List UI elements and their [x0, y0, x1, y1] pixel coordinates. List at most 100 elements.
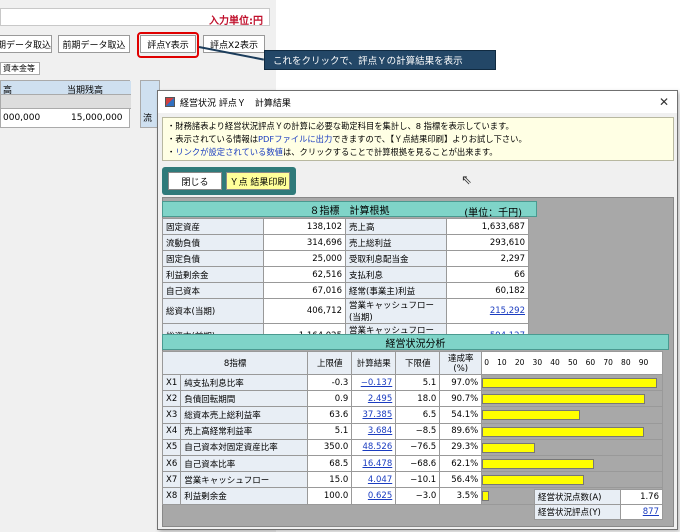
button-bar: 閉じる Ｙ点 結果印刷 [162, 167, 296, 195]
left-value: 62,516 [263, 266, 346, 283]
rate-bar [482, 378, 657, 388]
calc-link[interactable]: 215,292 [490, 306, 525, 316]
right-value: 66 [446, 266, 529, 283]
right-value: 293,610 [446, 234, 529, 251]
grid-value-col2: 15,000,000 [71, 113, 123, 123]
lower-value: 6.5 [395, 406, 441, 424]
result-value[interactable]: 3.684 [351, 422, 397, 440]
grid-value-col1: 000,000 [3, 113, 41, 123]
lower-value: −8.5 [395, 422, 441, 440]
right-label: 売上総利益 [345, 234, 447, 251]
score-y-dialog: 経営状況 評点Ｙ 計算結果 ✕ ・財務諸表より経営状況評点Ｙの計算に必要な勘定科… [157, 90, 678, 530]
col-indicator: 8指標 [161, 351, 309, 375]
close-button[interactable]: 閉じる [168, 172, 222, 190]
result-link[interactable]: 4.047 [368, 475, 392, 485]
info-text: できますので、【Ｙ点結果印刷】よりお試し下さい。 [332, 134, 527, 144]
side-text: 流 [143, 114, 153, 124]
calc-basis-row: 総資本(当期) 406,712 営業キャッシュフロー(当期) 215,292 [162, 298, 529, 324]
result-link[interactable]: 37.385 [362, 410, 392, 420]
info-line-3: ・リンクが設定されている数値は、クリックすることで計算根拠を見ることが出来ます。 [167, 146, 669, 159]
rate-bar-cell [481, 438, 664, 456]
info-highlight: PDFファイルに出力 [258, 134, 333, 144]
result-link[interactable]: 0.625 [368, 491, 392, 501]
grid-subheader [1, 95, 131, 109]
right-value[interactable]: 215,292 [446, 298, 529, 324]
grid-header [1, 81, 131, 95]
calc-basis-title: ８指標 計算根拠 [309, 205, 390, 217]
calc-basis-unit: (単位：千円) [464, 208, 522, 219]
right-value: 1,633,687 [446, 218, 529, 235]
result-link[interactable]: 2.495 [368, 394, 392, 404]
right-value: 2,297 [446, 250, 529, 267]
result-value[interactable]: 37.385 [351, 406, 397, 424]
score-link[interactable]: 877 [643, 507, 659, 517]
upper-value: 63.6 [307, 406, 353, 424]
indicator-name: 利益剰余金 [180, 487, 309, 505]
rate-value: 56.4% [439, 471, 483, 489]
result-link[interactable]: 3.684 [368, 426, 392, 436]
right-label: 経常(事業主)利益 [345, 282, 447, 299]
previous-data-import-button[interactable]: 前期データ取込 [58, 35, 130, 53]
left-value: 314,696 [263, 234, 346, 251]
indicator-name: 負債回転期間 [180, 390, 309, 408]
capital-tab[interactable]: 資本金等 [0, 62, 40, 75]
rate-bar [482, 475, 584, 486]
rate-axis: 0 10 20 30 40 50 60 70 80 90 [482, 355, 662, 371]
indicator-row: X5 自己資本対固定資産比率 350.0 48.526 −76.5 29.3% [161, 438, 664, 456]
summary-value[interactable]: 877 [620, 504, 663, 520]
result-value[interactable]: 16.478 [351, 454, 397, 473]
analysis-header-row: 8指標 上限値 計算結果 下限値 達成率(%) 0 10 20 30 40 50 60 70 8… [161, 351, 664, 375]
upper-value: 68.5 [307, 454, 353, 473]
calc-basis-row: 固定資産 138,102 売上高 1,633,687 [162, 218, 529, 235]
left-value: 25,000 [263, 250, 346, 267]
right-label: 売上高 [345, 218, 447, 235]
rate-bar [482, 426, 644, 437]
close-icon[interactable]: ✕ [659, 95, 669, 109]
callout-note: これをクリックで、評点Ｙの計算結果を表示 [264, 50, 496, 70]
current-data-import-button[interactable]: 期データ取込 [0, 35, 52, 53]
indicator-row: X1 純支払利息比率 -0.3 −0.137 5.1 97.0% [161, 373, 664, 392]
unit-label: 入力単位:円 [209, 16, 263, 27]
lower-value: −76.5 [395, 438, 441, 456]
calc-basis-table: 固定資産 138,102 売上高 1,633,687 流動負債 314,696 売上総利益 2… [162, 218, 529, 349]
col-lower: 下限値 [395, 351, 441, 375]
indicator-row: X7 営業キャッシュフロー 15.0 4.047 −10.1 56.4% [161, 471, 664, 489]
lower-value: −10.1 [395, 471, 441, 489]
left-value: 67,016 [263, 282, 346, 299]
indicator-id: X4 [161, 422, 182, 440]
result-value[interactable]: 4.047 [351, 471, 397, 489]
result-value[interactable]: 0.625 [351, 487, 397, 505]
indicator-id: X3 [161, 406, 182, 424]
result-link[interactable]: −0.137 [361, 378, 392, 388]
rate-bar-cell [481, 390, 664, 408]
axis-tick: 40 [550, 358, 560, 367]
col-rate: 達成率(%) [439, 351, 483, 375]
rate-value: 89.6% [439, 422, 483, 440]
rate-value: 97.0% [439, 373, 483, 392]
result-value[interactable]: −0.137 [351, 373, 397, 392]
summary-row: 経営状況評点(Y) 877 [534, 504, 663, 520]
result-link[interactable]: 16.478 [362, 459, 392, 469]
calc-basis-row: 利益剰余金 62,516 支払利息 66 [162, 266, 529, 283]
indicator-id: X5 [161, 438, 182, 456]
summary-label: 経営状況点数(A) [534, 489, 621, 505]
axis-tick: 30 [532, 358, 543, 367]
result-value[interactable]: 2.495 [351, 390, 397, 408]
axis-tick: 60 [585, 358, 596, 367]
indicator-row: X3 総資本売上総利益率 63.6 37.385 6.5 54.1% [161, 406, 664, 424]
right-value: 60,182 [446, 282, 529, 299]
analysis-title: 経営状況分析 [385, 338, 446, 350]
col-result: 計算結果 [351, 351, 397, 375]
info-text: は、クリックすることで計算根拠を見ることが出来ます。 [282, 147, 498, 157]
indicator-row: X6 自己資本比率 68.5 16.478 −68.6 62.1% [161, 454, 664, 473]
left-label: 自己資本 [162, 282, 264, 299]
info-line-2: ・表示されている情報はPDFファイルに出力できますので、【Ｙ点結果印刷】よりお試… [167, 133, 669, 146]
indicator-name: 売上高経常利益率 [180, 422, 309, 440]
result-link[interactable]: 48.526 [362, 442, 392, 452]
rate-bar-cell [481, 471, 664, 489]
indicator-row: X2 負債回転期間 0.9 2.495 18.0 90.7% [161, 390, 664, 408]
axis-tick: 0 [484, 358, 490, 367]
result-value[interactable]: 48.526 [351, 438, 397, 456]
info-box: ・財務諸表より経営状況評点Ｙの計算に必要な勘定科目を集計し、8 指標を表示してい… [162, 117, 674, 161]
print-y-result-button[interactable]: Ｙ点 結果印刷 [226, 172, 290, 190]
